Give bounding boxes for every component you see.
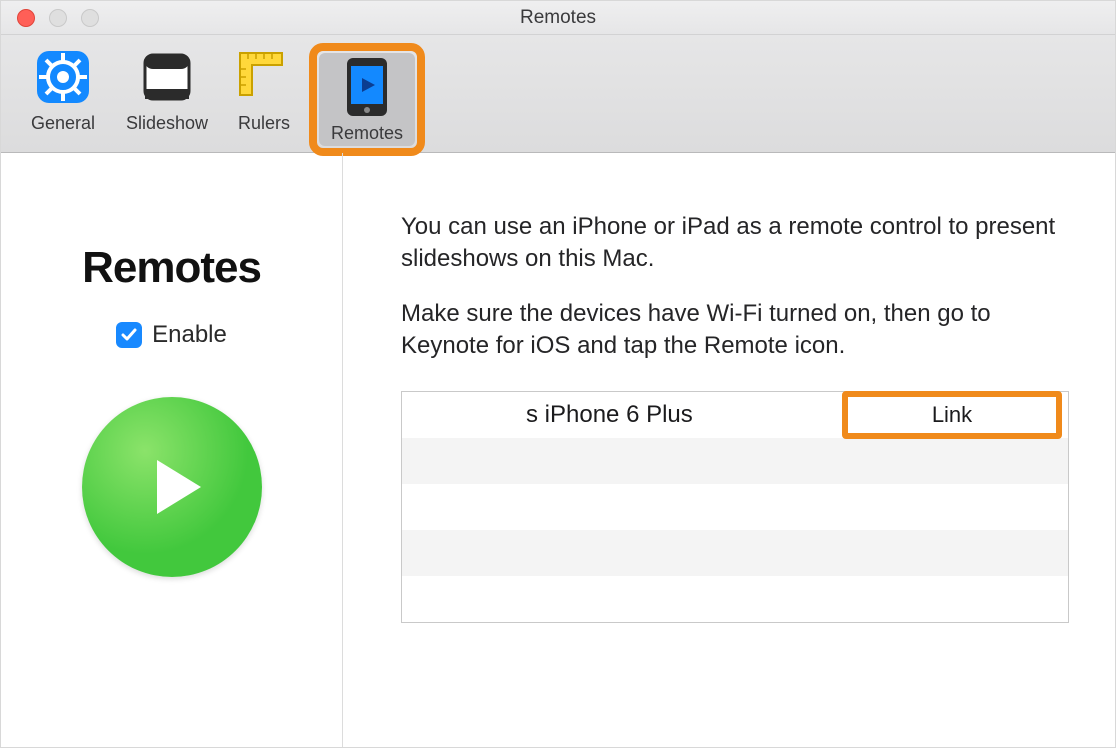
checkmark-icon — [120, 326, 138, 344]
play-icon — [127, 442, 217, 532]
device-row-empty — [402, 484, 1068, 530]
preferences-window: Remotes General — [0, 0, 1116, 748]
device-row-empty — [402, 576, 1068, 622]
content-area: Remotes Enable You can use an iPhone or … — [1, 153, 1115, 747]
tab-label: Slideshow — [126, 113, 208, 134]
enable-row: Enable — [116, 321, 227, 349]
tab-general[interactable]: General — [11, 43, 115, 136]
titlebar: Remotes — [1, 1, 1115, 35]
tab-label: Rulers — [238, 113, 290, 134]
description-paragraph-1: You can use an iPhone or iPad as a remot… — [401, 211, 1069, 276]
ruler-icon — [232, 45, 296, 109]
main-panel: You can use an iPhone or iPad as a remot… — [343, 153, 1115, 747]
preferences-toolbar: General Slideshow — [1, 35, 1115, 153]
enable-checkbox[interactable] — [116, 322, 142, 348]
device-row: s iPhone 6 Plus Link — [402, 392, 1068, 438]
close-window-button[interactable] — [17, 9, 35, 27]
description-paragraph-2: Make sure the devices have Wi-Fi turned … — [401, 298, 1069, 363]
slideshow-icon — [135, 45, 199, 109]
zoom-window-button[interactable] — [81, 9, 99, 27]
device-row-empty — [402, 530, 1068, 576]
link-button[interactable]: Link — [848, 397, 1056, 433]
gear-icon — [31, 45, 95, 109]
panel-heading: Remotes — [82, 243, 261, 293]
link-button-highlight: Link — [842, 391, 1062, 439]
minimize-window-button[interactable] — [49, 9, 67, 27]
traffic-lights — [17, 9, 99, 27]
tab-remotes-highlight: Remotes — [309, 43, 425, 156]
tab-label: General — [31, 113, 95, 134]
tab-slideshow[interactable]: Slideshow — [115, 43, 219, 136]
enable-label: Enable — [152, 321, 227, 349]
device-list: s iPhone 6 Plus Link — [401, 391, 1069, 623]
sidebar-panel: Remotes Enable — [1, 153, 343, 747]
device-row-empty — [402, 438, 1068, 484]
window-title: Remotes — [1, 7, 1115, 29]
device-name: s iPhone 6 Plus — [526, 401, 693, 429]
play-button[interactable] — [82, 397, 262, 577]
remote-device-icon — [335, 55, 399, 119]
tab-rulers[interactable]: Rulers — [219, 43, 309, 136]
tab-remotes[interactable]: Remotes — [319, 53, 415, 146]
tab-label: Remotes — [331, 123, 403, 144]
